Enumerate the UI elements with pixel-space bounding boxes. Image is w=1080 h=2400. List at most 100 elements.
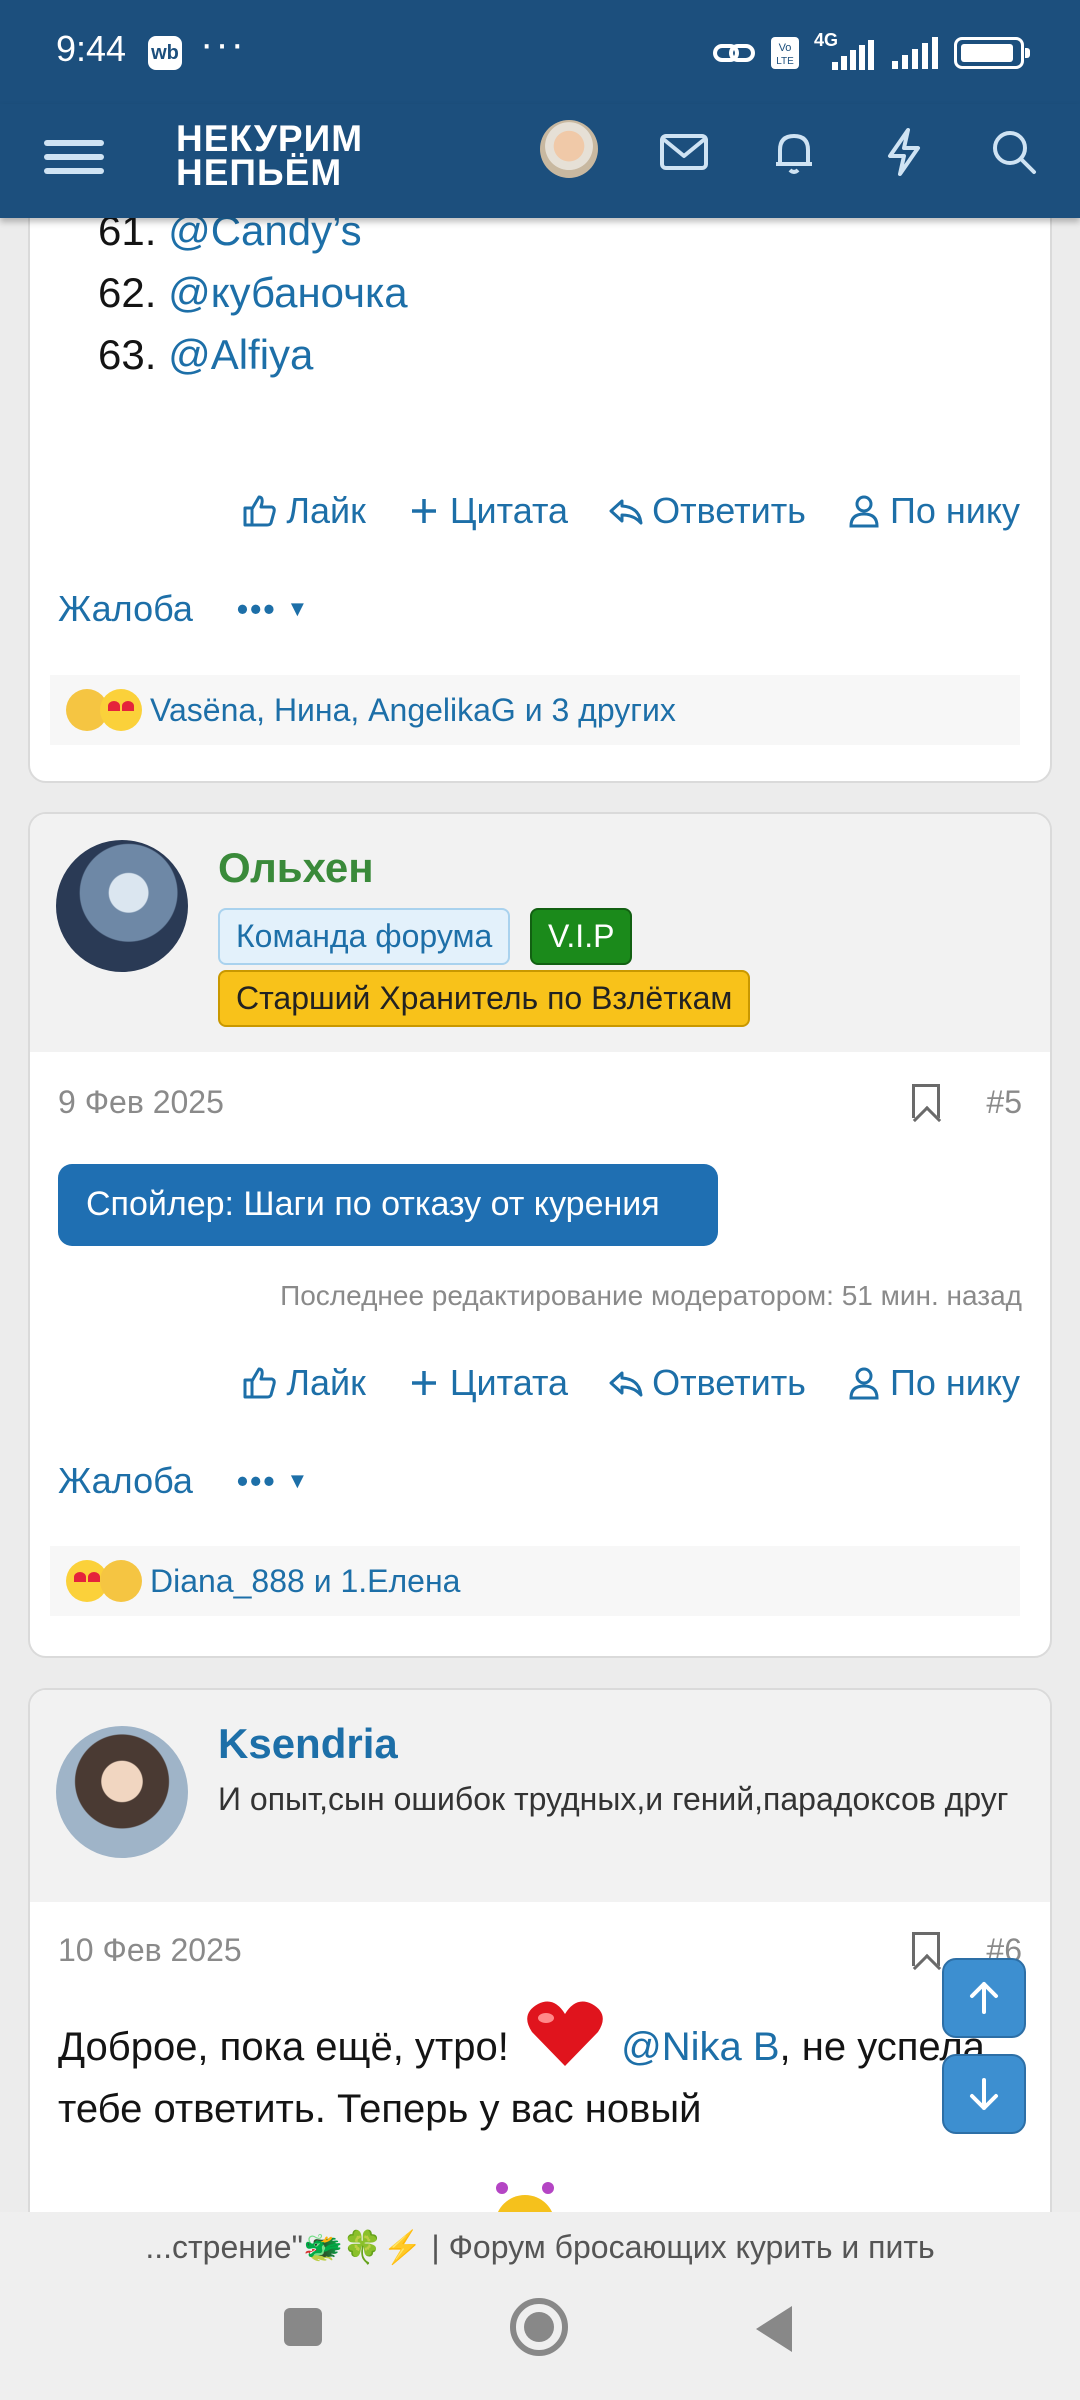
by-nick-label: По нику [889,490,1020,531]
like-button[interactable]: Лайк [242,1362,366,1404]
browser-bottom-bar: ...стрение"🐲🍀⚡ | Форум бросающих курить … [0,2212,1080,2400]
logo-line-1: НЕКУРИМ [176,118,364,159]
user-icon [849,1367,879,1400]
more-options-icon[interactable]: ••• [237,591,277,628]
list-item: 61. @Candy’s [98,218,408,262]
list-item: 62. @кубаночка [98,262,408,324]
by-nick-label: По нику [889,1362,1020,1403]
like-label: Лайк [286,490,366,531]
home-icon[interactable] [510,2298,568,2356]
user-info-block: Ksendria И опыт,сын ошибок трудных,и ген… [30,1690,1050,1902]
reply-icon [609,1371,643,1397]
arrow-up-icon [970,1982,998,2014]
user-mention-link[interactable]: @Candy’s [168,218,362,254]
user-mention-link[interactable]: @Alfiya [168,331,313,378]
thumbs-up-icon [243,495,277,527]
by-nick-button[interactable]: По нику [846,490,1020,532]
by-nick-button[interactable]: По нику [846,1362,1020,1404]
volte-icon: Vo LTE [771,37,799,69]
last-edit-note: Последнее редактирование модератором: 51… [280,1280,1022,1311]
post-secondary-actions: Жалоба ••• ▼ [58,1460,308,1502]
back-icon[interactable] [752,2304,796,2354]
svg-text:Vo: Vo [779,42,792,54]
spoiler-button[interactable]: Спойлер: Шаги по отказу от курения [58,1164,718,1246]
team-badge: Команда форума [218,908,511,965]
quote-button[interactable]: Цитата [406,1362,568,1404]
menu-icon[interactable] [44,132,104,188]
avatar[interactable] [56,1726,188,1858]
thread-content: 61. @Candy’s 62. @кубаночка 63. @Alfiya … [0,218,1080,2212]
user-mention-link[interactable]: @кубаночка [168,269,408,316]
username[interactable]: Ольхен [218,844,374,892]
signal-icon [892,37,938,69]
mail-icon[interactable] [656,124,712,180]
recent-apps-icon[interactable] [284,2308,322,2346]
bookmark-icon[interactable] [912,1932,940,1966]
more-options-icon[interactable]: ••• [237,1463,277,1500]
signal-4g-icon: 4G [814,30,878,72]
avatar[interactable] [56,840,188,972]
system-icons: Vo LTE 4G [712,30,1030,72]
post-card-4: 61. @Candy’s 62. @кубаночка 63. @Alfiya … [28,218,1052,783]
post-actions: Лайк Цитата Ответить По нику [242,1362,1020,1404]
report-link[interactable]: Жалоба [58,1460,193,1502]
thumbs-up-icon [243,1367,277,1399]
like-reaction-icon [100,1560,142,1602]
wb-app-icon: wb [148,36,182,70]
reply-label: Ответить [652,1362,806,1403]
user-info-block: Ольхен Команда форума V.I.P Старший Хран… [30,814,1050,1052]
report-link[interactable]: Жалоба [58,588,193,630]
reactions-bar[interactable]: Diana_888 и 1.Елена [50,1546,1020,1616]
plus-icon [411,1371,436,1395]
post-body: Доброе, пока ещё, утро! @Nika B, не успе… [58,1998,1018,2140]
bell-icon[interactable] [766,124,822,180]
bookmark-icon[interactable] [912,1084,940,1118]
post-actions: Лайк Цитата Ответить По нику [242,490,1020,532]
svg-text:LTE: LTE [776,56,794,67]
notification-more-icon: ··· [200,22,246,66]
sun-emoji-icon [496,2182,554,2212]
logo-line-2: НЕПЬЁМ [176,152,343,193]
search-icon[interactable] [986,124,1042,180]
keeper-badge: Старший Хранитель по Взлёткам [218,970,751,1027]
chevron-down-icon[interactable]: ▼ [287,1468,309,1494]
reactions-users[interactable]: Diana_888 и 1.Елена [150,1563,460,1600]
scroll-bottom-button[interactable] [942,2054,1026,2134]
heart-icon [527,2001,603,2066]
post-date[interactable]: 9 Фев 2025 [58,1084,224,1121]
post-secondary-actions: Жалоба ••• ▼ [58,588,308,630]
list-number: 61. [98,218,157,254]
plus-icon [411,499,436,523]
forum-header: НЕКУРИМ НЕПЬЁМ [0,104,1080,218]
reactions-users[interactable]: Vasёna, Нина, AngelikaG и 3 других [150,692,676,729]
user-icon [849,495,879,528]
post-card-6: Ksendria И опыт,сын ошибок трудных,и ген… [28,1688,1052,2212]
quote-button[interactable]: Цитата [406,490,568,532]
page-title: ...стрение"🐲🍀⚡ | Форум бросающих курить … [145,2229,935,2265]
user-avatar[interactable] [540,120,598,178]
quote-label: Цитата [449,490,569,531]
post-card-5: Ольхен Команда форума V.I.P Старший Хран… [28,812,1052,1658]
status-time: 9:44 [56,28,127,69]
like-button[interactable]: Лайк [242,490,366,532]
mention-list: 61. @Candy’s 62. @кубаночка 63. @Alfiya [30,218,408,386]
post-number[interactable]: #5 [986,1084,1022,1121]
battery-icon [954,37,1030,69]
lightning-icon[interactable] [876,124,932,180]
user-mention-link[interactable]: @Nika B [621,2025,779,2069]
reply-label: Ответить [652,490,806,531]
site-logo[interactable]: НЕКУРИМ НЕПЬЁМ [176,118,364,193]
chevron-down-icon[interactable]: ▼ [287,596,309,622]
vip-badge: V.I.P [530,908,633,965]
post-date[interactable]: 10 Фев 2025 [58,1932,242,1969]
scroll-top-button[interactable] [942,1958,1026,2038]
reply-button[interactable]: Ответить [608,490,806,532]
reactions-bar[interactable]: Vasёna, Нина, AngelikaG и 3 других [50,675,1020,745]
quote-label: Цитата [449,1362,569,1403]
user-title: И опыт,сын ошибок трудных,и гений,парадо… [218,1781,1009,1817]
heart-eyes-reaction-icon [100,689,142,731]
username[interactable]: Ksendria [218,1720,398,1768]
reply-button[interactable]: Ответить [608,1362,806,1404]
like-label: Лайк [286,1362,366,1403]
status-bar: 9:44 wb ··· Vo LTE 4G [0,0,1080,104]
